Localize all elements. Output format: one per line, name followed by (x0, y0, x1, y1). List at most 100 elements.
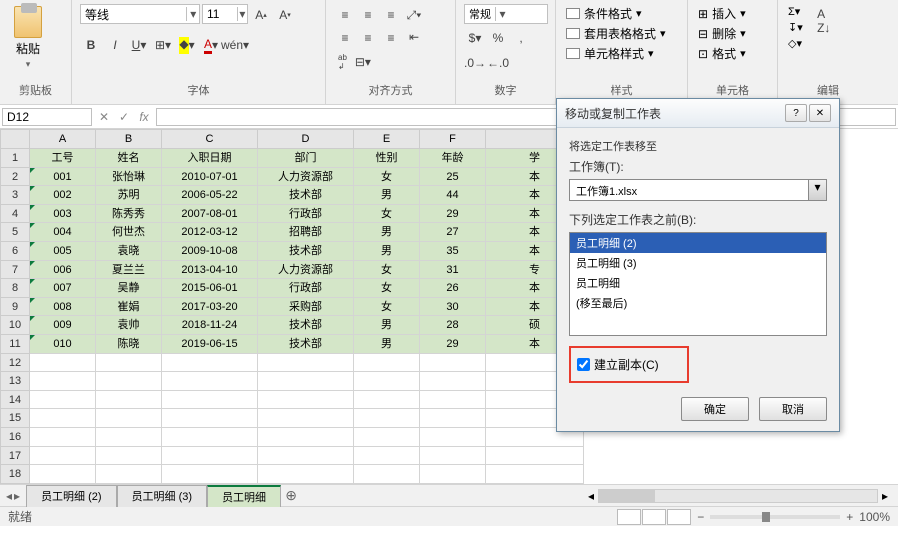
phonetic-button[interactable]: wén▾ (224, 34, 246, 56)
cell[interactable] (30, 409, 96, 428)
zoom-out-button[interactable]: − (697, 510, 704, 524)
list-item[interactable]: 员工明细 (2) (570, 233, 826, 253)
cell[interactable] (420, 409, 486, 428)
tab-next-button[interactable]: ▸ (14, 489, 20, 503)
font-color-button[interactable]: A▾ (200, 34, 222, 56)
cell[interactable]: 苏明 (96, 186, 162, 205)
font-size-combo[interactable]: ▾ (202, 4, 248, 24)
cell[interactable]: 招聘部 (258, 223, 354, 242)
cell[interactable]: 年龄 (420, 149, 486, 168)
cell[interactable]: 技术部 (258, 242, 354, 261)
cell[interactable] (420, 354, 486, 373)
cell[interactable]: 陈秀秀 (96, 205, 162, 224)
cell[interactable]: 工号 (30, 149, 96, 168)
comma-button[interactable]: , (510, 27, 532, 49)
align-bot-button[interactable]: ≡ (380, 4, 402, 26)
cell[interactable] (420, 391, 486, 410)
cond-format-button[interactable]: 条件格式▾ (564, 4, 668, 23)
indent-dec-button[interactable]: ⇤ (403, 26, 425, 48)
cell[interactable] (30, 354, 96, 373)
cell[interactable] (354, 391, 420, 410)
cell[interactable]: 女 (354, 205, 420, 224)
row-header[interactable]: 16 (0, 428, 30, 447)
cell[interactable] (30, 372, 96, 391)
row-header[interactable]: 5 (0, 223, 30, 242)
underline-button[interactable]: U▾ (128, 34, 150, 56)
cell[interactable] (162, 409, 258, 428)
page-layout-button[interactable] (642, 509, 666, 525)
cell[interactable]: 26 (420, 279, 486, 298)
cell[interactable] (258, 465, 354, 484)
row-header[interactable]: 7 (0, 261, 30, 280)
cell[interactable]: 009 (30, 316, 96, 335)
copy-check-input[interactable] (577, 358, 590, 371)
cell[interactable] (420, 447, 486, 466)
insert-button[interactable]: ⊞插入▾ (696, 4, 748, 23)
table-format-button[interactable]: 套用表格格式▾ (564, 24, 668, 43)
cell[interactable] (162, 391, 258, 410)
fill-button[interactable]: ↧▾ (786, 20, 805, 35)
row-header[interactable]: 3 (0, 186, 30, 205)
cell[interactable]: 31 (420, 261, 486, 280)
cell[interactable]: 行政部 (258, 279, 354, 298)
cell[interactable]: 010 (30, 335, 96, 354)
cell[interactable]: 吴静 (96, 279, 162, 298)
cancel-fx-button[interactable]: ✕ (94, 110, 114, 124)
border-button[interactable]: ⊞▾ (152, 34, 174, 56)
cell[interactable]: 29 (420, 335, 486, 354)
cell[interactable]: 袁帅 (96, 316, 162, 335)
col-header[interactable]: E (354, 129, 420, 149)
sheet-list[interactable]: 员工明细 (2)员工明细 (3)员工明细(移至最后) (569, 232, 827, 336)
row-header[interactable]: 10 (0, 316, 30, 335)
cell[interactable] (30, 391, 96, 410)
cell[interactable] (486, 447, 584, 466)
list-item[interactable]: 员工明细 (570, 273, 826, 293)
cell[interactable]: 30 (420, 298, 486, 317)
row-header[interactable]: 11 (0, 335, 30, 354)
col-header[interactable]: A (30, 129, 96, 149)
cell[interactable]: 25 (420, 168, 486, 187)
row-header[interactable]: 18 (0, 465, 30, 484)
cell[interactable] (420, 372, 486, 391)
row-header[interactable]: 1 (0, 149, 30, 168)
cell[interactable] (258, 447, 354, 466)
delete-button[interactable]: ⊟删除▾ (696, 24, 748, 43)
col-header[interactable]: F (420, 129, 486, 149)
ok-button[interactable]: 确定 (681, 397, 749, 421)
h-scroll-thumb[interactable] (599, 490, 655, 502)
scroll-left-button[interactable]: ◂ (588, 489, 594, 503)
row-header[interactable]: 2 (0, 168, 30, 187)
col-header[interactable]: C (162, 129, 258, 149)
row-header[interactable]: 12 (0, 354, 30, 373)
cell[interactable]: 张怡琳 (96, 168, 162, 187)
cell[interactable]: 005 (30, 242, 96, 261)
merge-button[interactable]: ⊟▾ (352, 51, 374, 73)
cell[interactable] (96, 409, 162, 428)
row-header[interactable]: 9 (0, 298, 30, 317)
autosum-button[interactable]: Σ▾ (786, 4, 805, 19)
select-all-corner[interactable] (0, 129, 30, 149)
enter-fx-button[interactable]: ✓ (114, 110, 134, 124)
cell[interactable] (486, 465, 584, 484)
cell[interactable]: 技术部 (258, 335, 354, 354)
cell[interactable]: 001 (30, 168, 96, 187)
cell[interactable]: 006 (30, 261, 96, 280)
cell[interactable]: 女 (354, 279, 420, 298)
cancel-button[interactable]: 取消 (759, 397, 827, 421)
cell[interactable] (258, 372, 354, 391)
cell[interactable]: 部门 (258, 149, 354, 168)
name-box[interactable] (2, 108, 92, 126)
paste-button[interactable]: 粘贴 ▾ (8, 4, 48, 72)
cell[interactable]: 袁晓 (96, 242, 162, 261)
cell[interactable] (96, 354, 162, 373)
row-header[interactable]: 8 (0, 279, 30, 298)
cell[interactable]: 人力资源部 (258, 261, 354, 280)
cell[interactable]: 入职日期 (162, 149, 258, 168)
row-header[interactable]: 4 (0, 205, 30, 224)
cell[interactable]: 003 (30, 205, 96, 224)
cell[interactable] (258, 391, 354, 410)
chevron-down-icon[interactable]: ▾ (808, 180, 826, 200)
cell[interactable] (162, 354, 258, 373)
dialog-close-button[interactable]: ✕ (809, 104, 831, 122)
fill-color-button[interactable]: ◆▾ (176, 34, 198, 56)
